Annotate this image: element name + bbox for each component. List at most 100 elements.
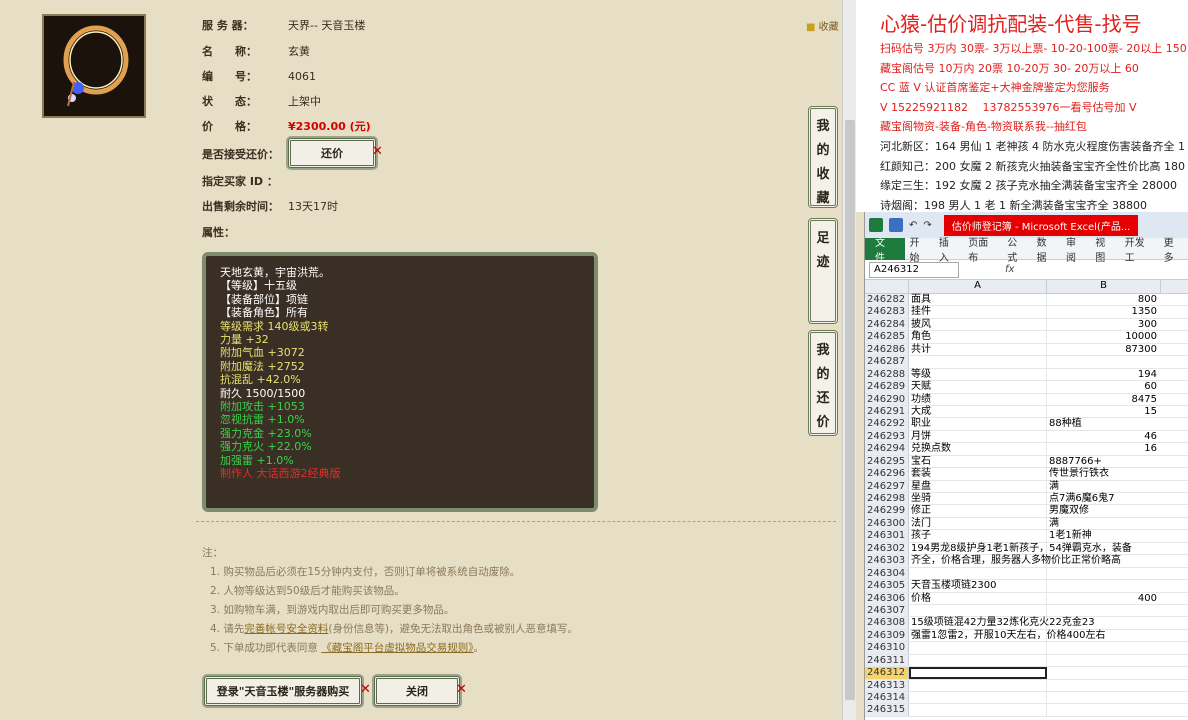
ribbon-tab[interactable]: 数据 xyxy=(1032,234,1061,264)
cell-b[interactable] xyxy=(1047,704,1161,715)
cell-a[interactable]: 套装 xyxy=(909,468,1047,480)
cell-b[interactable] xyxy=(1047,568,1161,579)
cell-b[interactable] xyxy=(1047,580,1161,591)
cell-a[interactable]: 等级 xyxy=(909,368,1047,381)
row-number[interactable]: 246313 xyxy=(865,679,909,691)
row-number[interactable]: 246309 xyxy=(865,629,909,642)
ribbon-tab[interactable]: 开始 xyxy=(905,234,934,264)
redo-icon[interactable]: ↷ xyxy=(923,220,931,231)
row-number[interactable]: 246310 xyxy=(865,642,909,654)
cell-a[interactable] xyxy=(909,356,1047,368)
cell-b[interactable]: 60 xyxy=(1047,381,1161,392)
cell-b[interactable] xyxy=(1047,642,1161,653)
row-number[interactable]: 246308 xyxy=(865,617,909,629)
cell-a[interactable]: 月饼 xyxy=(909,430,1047,443)
row-number[interactable]: 246303 xyxy=(865,555,909,567)
row-number[interactable]: 246304 xyxy=(865,567,909,580)
cell-b[interactable] xyxy=(1047,667,1161,678)
cell-a[interactable]: 天赋 xyxy=(909,381,1047,393)
row-number[interactable]: 246293 xyxy=(865,430,909,443)
scrollbar-thumb[interactable] xyxy=(845,120,855,700)
save-icon[interactable] xyxy=(889,218,903,232)
cell-b[interactable]: 88种植 xyxy=(1047,418,1161,429)
ribbon-tab[interactable]: 视图 xyxy=(1090,234,1119,264)
close-button[interactable]: 关闭 xyxy=(374,676,460,706)
cell-b[interactable]: 87300 xyxy=(1047,344,1161,355)
name-box[interactable]: A246312 xyxy=(869,261,959,278)
row-number[interactable]: 246295 xyxy=(865,455,909,468)
cell-a[interactable] xyxy=(909,667,1047,679)
row-number[interactable]: 246289 xyxy=(865,381,909,393)
cell-a[interactable]: 职业 xyxy=(909,418,1047,430)
ribbon-tab[interactable]: 审阅 xyxy=(1061,234,1090,264)
cell-a[interactable]: 天音玉楼项链2300 xyxy=(909,580,1047,592)
cell-b[interactable]: 8475 xyxy=(1047,394,1161,405)
cell-a[interactable]: 齐全，价格合理，服务器人多物价比正常价略高 xyxy=(909,555,1121,567)
ribbon-tab[interactable]: 开发工 xyxy=(1120,234,1159,264)
cell-b[interactable] xyxy=(1047,543,1161,554)
row-number[interactable]: 246283 xyxy=(865,306,909,318)
cell-b[interactable]: 1350 xyxy=(1047,306,1161,317)
row-number[interactable]: 246296 xyxy=(865,468,909,480)
cell-a[interactable]: 价格 xyxy=(909,592,1047,604)
cell-a[interactable]: 大成 xyxy=(909,405,1047,418)
cell-a[interactable]: 孩子 xyxy=(909,530,1047,542)
cell-a[interactable]: 挂件 xyxy=(909,306,1047,318)
ribbon-tab[interactable]: 更多 xyxy=(1159,234,1188,264)
cell-a[interactable] xyxy=(909,679,1047,691)
cell-b[interactable] xyxy=(1047,630,1161,641)
row-number[interactable]: 246292 xyxy=(865,418,909,430)
row-number[interactable]: 246298 xyxy=(865,493,909,505)
cell-a[interactable]: 194男龙8级护身1老1新孩子，54弹霸克水，装备 xyxy=(909,542,1132,555)
row-number[interactable]: 246300 xyxy=(865,517,909,530)
cell-a[interactable]: 15级项链混42力量32炼化克火22克金23 xyxy=(909,617,1095,629)
page-scrollbar[interactable] xyxy=(842,0,856,720)
cell-a[interactable] xyxy=(909,604,1047,617)
undo-icon[interactable]: ↶ xyxy=(909,220,917,231)
cell-b[interactable]: 194 xyxy=(1047,369,1161,380)
row-number[interactable]: 246299 xyxy=(865,505,909,517)
cell-a[interactable]: 角色 xyxy=(909,331,1047,343)
cell-a[interactable]: 法门 xyxy=(909,517,1047,530)
row-number[interactable]: 246306 xyxy=(865,592,909,604)
cell-a[interactable] xyxy=(909,654,1047,667)
cell-a[interactable] xyxy=(909,567,1047,580)
cell-b[interactable]: 400 xyxy=(1047,593,1161,604)
cell-b[interactable]: 点7满6魔6鬼7 xyxy=(1047,493,1161,504)
cell-b[interactable]: 16 xyxy=(1047,443,1161,454)
cell-a[interactable]: 披风 xyxy=(909,318,1047,331)
cell-a[interactable]: 坐骑 xyxy=(909,493,1047,505)
cell-b[interactable] xyxy=(1047,356,1161,367)
cell-b[interactable]: 8887766+ xyxy=(1047,456,1161,467)
bargain-button[interactable]: 还价 xyxy=(288,138,376,168)
ribbon-tab[interactable]: 插入 xyxy=(934,234,963,264)
cell-b[interactable] xyxy=(1047,680,1161,691)
row-number[interactable]: 246305 xyxy=(865,580,909,592)
cell-a[interactable] xyxy=(909,642,1047,654)
tab-my-favorites[interactable]: 我的收藏 xyxy=(808,106,838,208)
cell-b[interactable]: 1老1新神 xyxy=(1047,530,1161,541)
cell-b[interactable]: 传世景行铁衣 xyxy=(1047,468,1161,479)
cell-a[interactable]: 面具 xyxy=(909,294,1047,306)
row-number[interactable]: 246286 xyxy=(865,343,909,356)
row-number[interactable]: 246297 xyxy=(865,480,909,492)
column-header-b[interactable]: B xyxy=(1047,280,1161,293)
cell-b[interactable]: 800 xyxy=(1047,294,1161,305)
cell-b[interactable]: 15 xyxy=(1047,406,1161,417)
row-number[interactable]: 246315 xyxy=(865,704,909,716)
row-number[interactable]: 246312 xyxy=(865,667,909,679)
row-number[interactable]: 246311 xyxy=(865,654,909,667)
ribbon-tab[interactable]: 公式 xyxy=(1002,234,1031,264)
row-number[interactable]: 246302 xyxy=(865,542,909,555)
row-number[interactable]: 246284 xyxy=(865,318,909,331)
cell-a[interactable]: 宝石 xyxy=(909,455,1047,468)
cell-a[interactable] xyxy=(909,704,1047,716)
cell-b[interactable] xyxy=(1047,655,1161,666)
row-number[interactable]: 246291 xyxy=(865,405,909,418)
tab-footprints[interactable]: 足迹 xyxy=(808,218,838,324)
row-number[interactable]: 246290 xyxy=(865,393,909,405)
row-number[interactable]: 246282 xyxy=(865,294,909,306)
cell-a[interactable]: 共计 xyxy=(909,343,1047,356)
row-number[interactable]: 246307 xyxy=(865,604,909,617)
ribbon-tab[interactable]: 页面布 xyxy=(963,234,1002,264)
